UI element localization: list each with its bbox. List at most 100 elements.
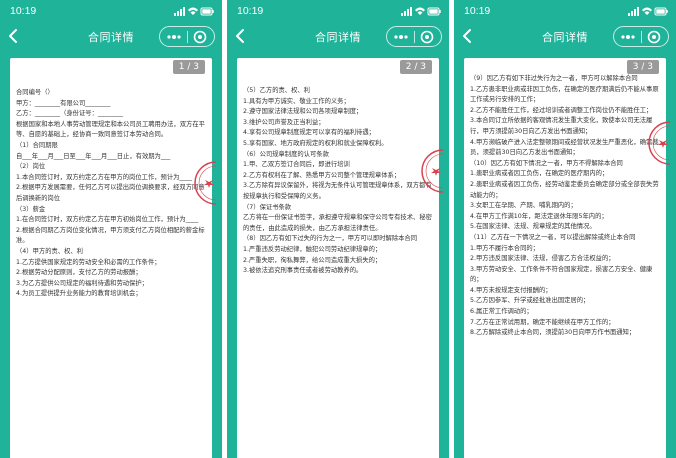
contract-line: 3.维护公司声誉及正当利益；: [243, 118, 325, 126]
contract-line: 3.为乙方提供公司规定的福利待遇和劳动保护；: [16, 279, 148, 287]
page-indicator: 2 / 3: [399, 60, 432, 74]
contract-line: 4.为员工提供提升业务能力的教育培训机会；: [16, 290, 142, 298]
signal-icon: [401, 7, 412, 16]
status-bar: 10:19: [227, 0, 449, 22]
target-icon[interactable]: [647, 30, 661, 44]
contract-line: 4.享有公司规章制度规定可以享有的福利待遇；: [243, 129, 375, 137]
contract-line: 3.本合同订立所依据的客观情况发生重大变化，致使本公司无法履行，甲方须提前30日…: [470, 117, 653, 135]
navigation-bar: 合同详情: [454, 24, 676, 50]
contract-line: 乙方：________（身份证号：________: [16, 110, 124, 118]
target-icon[interactable]: [420, 30, 434, 44]
contract-line: 1.乙方提供国家规定的劳动安全和必需的工作条件；: [16, 258, 161, 266]
contract-line: 1.在合同签订时，双方约定乙方在甲方初始岗位工作，预计为____: [16, 216, 199, 224]
battery-icon: [200, 7, 214, 16]
contract-line: 5.乙方因参军、升学或经批准出国定居的；: [470, 297, 590, 305]
contract-line: （11）乙方在一下情况之一者，可以提出解除或终止本合同: [470, 233, 636, 241]
contract-text: （9）因乙方有如下非过失行为之一者，甲方可以解除本合同 1.乙方患非职业病或非因…: [470, 74, 662, 339]
status-time: 10:19: [464, 5, 491, 17]
contract-text: （5）乙方的责、权、利 1.具有为甲方诚实、敬业工作的义务； 2.遵守国家法律法…: [243, 86, 435, 277]
contract-line: （9）因乙方有如下非过失行为之一者，甲方可以解除本合同: [470, 75, 638, 82]
status-time: 10:19: [237, 5, 264, 17]
contract-line: 5.享有国家、地方政府规定的权利和就业保障权利。: [243, 139, 388, 147]
phone-screen-1: 10:19 合同详情 1 / 3 合同编号（） 甲方：________有限公司_…: [0, 0, 222, 458]
more-dots-icon[interactable]: [166, 32, 182, 42]
signal-icon: [628, 7, 639, 16]
contract-line: 合同编号（）: [16, 89, 54, 96]
contract-line: 3.女职工在孕期、产期、哺乳期内的；: [470, 202, 577, 210]
contract-page: 2 / 3 （5）乙方的责、权、利 1.具有为甲方诚实、敬业工作的义务； 2.遵…: [237, 58, 443, 458]
phone-screen-3: 10:19 合同详情 3 / 3 （9）因乙方有如下非过失行为之一者，甲方可以解…: [454, 0, 676, 458]
contract-line: 1.患职业病或者因工负伤，在确定的医疗期内的；: [470, 170, 609, 178]
page-indicator: 1 / 3: [172, 60, 205, 74]
battery-icon: [654, 7, 668, 16]
more-dots-icon[interactable]: [393, 32, 409, 42]
contract-line: 6.属正常工作调动的；: [470, 308, 533, 316]
contract-line: 8.乙方解除或终止本合同，须提前30日向甲方作书面通知；: [470, 329, 636, 337]
status-icons: [401, 7, 441, 16]
signal-icon: [174, 7, 185, 16]
contract-line: 2.患职业病或者因工负伤，经劳动鉴定委员会确定部分或全部丧失劳动能力的；: [470, 180, 659, 199]
contract-line: 3.甲方劳动安全、工作条件不符合国家规定，损害乙方安全、健康的；: [470, 265, 653, 284]
screens-container: 10:19 合同详情 1 / 3 合同编号（） 甲方：________有限公司_…: [0, 0, 676, 458]
contract-text: 合同编号（） 甲方：________有限公司________ 乙方：______…: [16, 88, 208, 300]
contract-line: （3）薪金: [16, 205, 46, 213]
contract-line: 5.在国家法律、法规、规章规定的其他情况。: [470, 223, 596, 231]
contract-line: 3.被依法追究刑事责任或者被劳动教养的。: [243, 267, 363, 275]
navigation-bar: 合同详情: [0, 24, 222, 50]
contract-line: 2.根据甲方发展需要，任何乙方可以提出岗位调换要求，经双方同意后调换新的岗位: [16, 184, 205, 202]
contract-line: 1.严重违反劳动纪律，触犯公司劳动纪律规章的；: [243, 245, 382, 253]
wifi-icon: [415, 7, 425, 15]
contract-line: 2.乙方有权利在了解、熟悉甲方公司整个管理规章体系；: [243, 171, 401, 179]
contract-line: （8）因乙方有如下过失的行为之一，甲方可以即时解除本合同: [243, 235, 418, 243]
wifi-icon: [642, 7, 652, 15]
status-bar: 10:19: [454, 0, 676, 22]
contract-line: 2.严重失职，徇私舞弊，给公司造成重大损失的；: [243, 256, 382, 264]
contract-page: 1 / 3 合同编号（） 甲方：________有限公司________ 乙方：…: [10, 58, 216, 458]
contract-line: 乙方将在一份保证书签字，承担遵守规章和保守公司专有技术、秘密的责任，由此造成的损…: [243, 214, 432, 232]
contract-line: 4.甲方濒临破产进入法定整顿期间或经营状况发生严重恶化，确需裁员，须提前30日向…: [470, 138, 659, 157]
contract-line: 1.甲方不履行本合同的；: [470, 244, 539, 252]
contract-line: 2.乙方不能胜任工作，经过培训或者调整工作岗位仍不能胜任工；: [470, 106, 653, 114]
target-icon[interactable]: [193, 30, 207, 44]
contract-line: 1.乙方患非职业病或非因工负伤，在确定的医疗期满后仍不能从事原工作或另行安排的工…: [470, 85, 659, 104]
contract-line: 甲方：________有限公司________: [16, 99, 111, 107]
contract-line: 1.本合同签订时，双方约定乙方在甲方的岗位工作，预计为____: [16, 173, 193, 181]
contract-page: 3 / 3 （9）因乙方有如下非过失行为之一者，甲方可以解除本合同 1.乙方患非…: [464, 58, 670, 458]
contract-line: （1）合同期限: [16, 141, 58, 149]
capsule-divider: [414, 31, 415, 43]
contract-line: 7.乙方在正常试用期，确定不能继续在甲方工作的；: [470, 318, 615, 326]
contract-line: （4）甲方的责、权、利: [16, 247, 83, 255]
menu-capsule: [386, 26, 442, 47]
capsule-divider: [187, 31, 188, 43]
stamp-seal: [194, 161, 216, 205]
contract-line: 2.根据合同期乙方岗位变化情况，甲方须支付乙方岗位相配的薪金标准。: [16, 226, 205, 245]
navigation-bar: 合同详情: [227, 24, 449, 50]
wifi-icon: [188, 7, 198, 15]
stamp-seal: [421, 149, 443, 193]
contract-line: 4.甲方未按规定支付报酬的；: [470, 286, 552, 294]
contract-line: 2.甲方违反国家法律、法规，侵害乙方合法权益的；: [470, 255, 615, 263]
contract-line: 4.在甲方工作满10年，距法定退休年限5年内的；: [470, 212, 608, 220]
capsule-divider: [641, 31, 642, 43]
menu-capsule: [159, 26, 215, 47]
status-time: 10:19: [10, 5, 37, 17]
status-icons: [628, 7, 668, 16]
menu-capsule: [613, 26, 669, 47]
status-bar: 10:19: [0, 0, 222, 22]
contract-line: 1.甲、乙双方签订合同后，即进行培训: [243, 161, 350, 169]
phone-screen-2: 10:19 合同详情 2 / 3 （5）乙方的责、权、利 1.具有为甲方诚实、敬…: [227, 0, 449, 458]
contract-line: 3.乙方除有异议保留外，将视为无条件认可管理规章体系，双方都有按规章执行和受保障…: [243, 182, 432, 200]
battery-icon: [427, 7, 441, 16]
more-dots-icon[interactable]: [620, 32, 636, 42]
contract-line: 1.具有为甲方诚实、敬业工作的义务；: [243, 97, 350, 105]
contract-line: （10）因乙方有如下情况之一者，甲方不得解除本合同: [470, 159, 623, 167]
status-icons: [174, 7, 214, 16]
contract-line: 根据国家和本地人事劳动管理规定和本公司员工聘用办法，双方在平等、自愿的基础上，经…: [16, 120, 205, 139]
stamp-seal: [648, 121, 670, 165]
contract-line: 自___年___月___日至___年___月___日止，有效期为___: [16, 152, 171, 160]
page-indicator: 3 / 3: [626, 60, 659, 74]
contract-line: 2.遵守国家法律法规和公司各项规章制度；: [243, 108, 363, 116]
contract-line: （5）乙方的责、权、利: [243, 87, 310, 94]
contract-line: 2.根据劳动分配原则，支付乙方的劳动报酬；: [16, 269, 142, 277]
contract-line: （2）岗位: [16, 163, 46, 171]
